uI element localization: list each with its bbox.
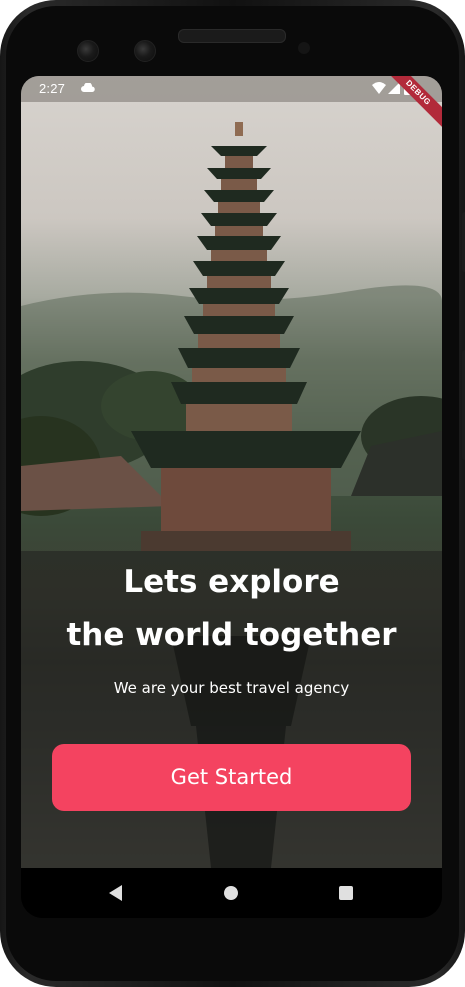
status-time: 2:27 — [39, 81, 66, 96]
front-camera — [77, 40, 99, 62]
recents-icon[interactable] — [339, 886, 353, 900]
app-screen: 2:27 DEBUG Lets explore the world togeth… — [21, 76, 442, 918]
status-bar: 2:27 DEBUG — [21, 76, 442, 134]
wifi-icon — [372, 82, 386, 94]
headline-line-2: the world together — [66, 617, 397, 653]
front-camera — [134, 40, 156, 62]
proximity-sensor — [298, 42, 310, 54]
system-navigation-bar — [21, 868, 442, 918]
earpiece-speaker — [178, 29, 286, 43]
get-started-button[interactable]: Get Started — [52, 744, 411, 811]
back-icon[interactable] — [109, 885, 123, 901]
background-photo: 2:27 DEBUG Lets explore the world togeth… — [21, 76, 442, 868]
home-icon[interactable] — [224, 886, 238, 900]
subtitle: We are your best travel agency — [113, 679, 350, 697]
cloud-icon — [81, 83, 95, 92]
phone-frame: 2:27 DEBUG Lets explore the world togeth… — [0, 0, 465, 987]
headline-line-1: Lets explore — [123, 564, 340, 600]
